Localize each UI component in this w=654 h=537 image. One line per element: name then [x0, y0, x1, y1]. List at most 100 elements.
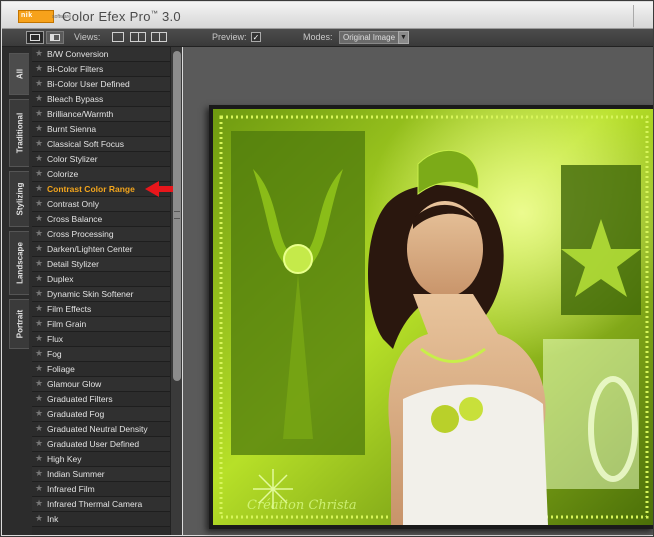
filter-item-label: Graduated User Defined [47, 439, 140, 449]
favorite-star-icon[interactable]: ★ [35, 378, 43, 389]
filter-item[interactable]: ★ Cross Balance [32, 212, 170, 227]
scrollbar-thumb[interactable] [173, 51, 181, 381]
filter-item[interactable]: ★ Graduated User Defined [32, 437, 170, 452]
favorite-star-icon[interactable]: ★ [35, 183, 43, 194]
filter-item-label: Foliage [47, 364, 75, 374]
filter-item[interactable]: ★ Colorize [32, 167, 170, 182]
favorite-star-icon[interactable]: ★ [35, 273, 43, 284]
favorite-star-icon[interactable]: ★ [35, 483, 43, 494]
favorite-star-icon[interactable]: ★ [35, 303, 43, 314]
filter-item[interactable]: ★ Cross Processing [32, 227, 170, 242]
filter-item[interactable]: ★ Glamour Glow [32, 377, 170, 392]
favorite-star-icon[interactable]: ★ [35, 363, 43, 374]
filter-item[interactable]: ★ Flux [32, 332, 170, 347]
filter-item[interactable]: ★ Burnt Sienna [32, 122, 170, 137]
favorite-star-icon[interactable]: ★ [35, 423, 43, 434]
filter-item-label: Dynamic Skin Softener [47, 289, 134, 299]
app-title-main: Color Efex Pro [62, 9, 151, 24]
preview-checkbox[interactable]: ✓ [251, 32, 261, 42]
tab-portrait[interactable]: Portrait [9, 299, 29, 349]
favorite-star-icon[interactable]: ★ [35, 453, 43, 464]
single-panel-button[interactable] [26, 31, 44, 44]
favorite-star-icon[interactable]: ★ [35, 393, 43, 404]
filter-item[interactable]: ★ Bi-Color Filters [32, 62, 170, 77]
title-bar-divider [633, 5, 647, 27]
filter-item[interactable]: ★ Infrared Film [32, 482, 170, 497]
favorite-star-icon[interactable]: ★ [35, 498, 43, 509]
favorite-star-icon[interactable]: ★ [35, 168, 43, 179]
favorite-star-icon[interactable]: ★ [35, 108, 43, 119]
filter-item[interactable]: ★ Indian Summer [32, 467, 170, 482]
filter-item-label: Infrared Thermal Camera [47, 499, 143, 509]
filter-item[interactable]: ★ B/W Conversion [32, 47, 170, 62]
favorite-star-icon[interactable]: ★ [35, 438, 43, 449]
filter-item[interactable]: ★ Foliage [32, 362, 170, 377]
favorite-star-icon[interactable]: ★ [35, 63, 43, 74]
filter-item[interactable]: ★ Brilliance/Warmth [32, 107, 170, 122]
filter-item-label: Cross Balance [47, 214, 103, 224]
filter-item[interactable]: ★ Contrast Only [32, 197, 170, 212]
filter-list-scrollbar[interactable] [170, 47, 182, 535]
favorite-star-icon[interactable]: ★ [35, 348, 43, 359]
filter-item[interactable]: ★ Infrared Thermal Camera [32, 497, 170, 512]
filter-item[interactable]: ★ Bleach Bypass [32, 92, 170, 107]
filter-item-label: Darken/Lighten Center [47, 244, 133, 254]
view-side-by-side-icon[interactable] [130, 32, 146, 42]
split-panel-button[interactable] [46, 31, 64, 44]
tab-stylizing[interactable]: Stylizing [9, 171, 29, 227]
tab-landscape-label: Landscape [15, 242, 24, 284]
filter-item[interactable]: ★ Dynamic Skin Softener [32, 287, 170, 302]
favorite-star-icon[interactable]: ★ [35, 468, 43, 479]
logo-text: nik [21, 12, 33, 19]
tab-all[interactable]: All [9, 53, 29, 95]
favorite-star-icon[interactable]: ★ [35, 318, 43, 329]
filter-item-label: Graduated Fog [47, 409, 105, 419]
favorite-star-icon[interactable]: ★ [35, 93, 43, 104]
favorite-star-icon[interactable]: ★ [35, 198, 43, 209]
filter-item-label: Bi-Color Filters [47, 64, 104, 74]
favorite-star-icon[interactable]: ★ [35, 288, 43, 299]
modes-select[interactable]: Original Image ▼ [339, 31, 409, 44]
favorite-star-icon[interactable]: ★ [35, 138, 43, 149]
nik-logo: nik software [18, 10, 71, 23]
filter-item[interactable]: ★ Graduated Neutral Density [32, 422, 170, 437]
filter-item-label: Bi-Color User Defined [47, 79, 130, 89]
filter-item[interactable]: ★ Graduated Fog [32, 407, 170, 422]
filter-item[interactable]: ★ High Key [32, 452, 170, 467]
favorite-star-icon[interactable]: ★ [35, 78, 43, 89]
filter-item[interactable]: ★ Graduated Filters [32, 392, 170, 407]
favorite-star-icon[interactable]: ★ [35, 243, 43, 254]
chevron-down-icon: ▼ [398, 31, 409, 44]
filter-item[interactable]: ★ Classical Soft Focus [32, 137, 170, 152]
filter-item[interactable]: ★ Darken/Lighten Center [32, 242, 170, 257]
favorite-star-icon[interactable]: ★ [35, 213, 43, 224]
favorite-star-icon[interactable]: ★ [35, 513, 43, 524]
tab-landscape[interactable]: Landscape [9, 231, 29, 295]
favorite-star-icon[interactable]: ★ [35, 228, 43, 239]
filter-item-label: Color Stylizer [47, 154, 98, 164]
filter-item[interactable]: ★ Ink [32, 512, 170, 527]
filter-item[interactable]: ★ Detail Stylizer [32, 257, 170, 272]
filter-item[interactable]: ★ Duplex [32, 272, 170, 287]
view-split-icon[interactable] [151, 32, 167, 42]
filter-item[interactable]: ★ Fog [32, 347, 170, 362]
preview-label: Preview: [212, 32, 247, 42]
favorite-star-icon[interactable]: ★ [35, 153, 43, 164]
favorite-star-icon[interactable]: ★ [35, 123, 43, 134]
preview-image [213, 109, 653, 525]
filter-item[interactable]: ★ Bi-Color User Defined [32, 77, 170, 92]
single-panel-icon [30, 34, 40, 41]
filter-item-label: Ink [47, 514, 59, 524]
filter-item-label: Brilliance/Warmth [47, 109, 114, 119]
filter-item[interactable]: ★ Film Grain [32, 317, 170, 332]
category-tabs: All Traditional Stylizing Landscape Port… [2, 47, 32, 535]
filter-item[interactable]: ★ Color Stylizer [32, 152, 170, 167]
filter-item-label: Contrast Color Range [47, 184, 135, 194]
view-single-icon[interactable] [112, 32, 124, 42]
tab-traditional[interactable]: Traditional [9, 99, 29, 167]
favorite-star-icon[interactable]: ★ [35, 48, 43, 59]
favorite-star-icon[interactable]: ★ [35, 408, 43, 419]
filter-item[interactable]: ★ Film Effects [32, 302, 170, 317]
favorite-star-icon[interactable]: ★ [35, 333, 43, 344]
favorite-star-icon[interactable]: ★ [35, 258, 43, 269]
